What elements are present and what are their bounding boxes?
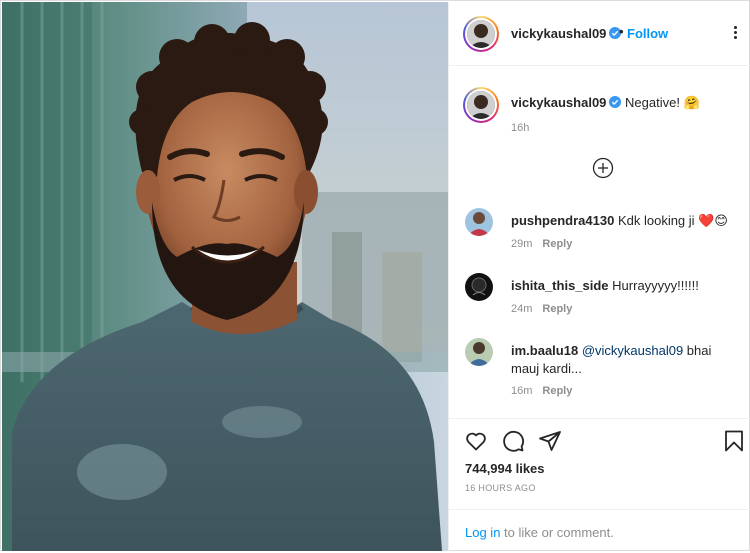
login-prompt-text: to like or comment. [500,525,614,540]
reply-button[interactable]: Reply [542,385,572,397]
author-username-text[interactable]: vickykaushal09 [511,26,606,41]
verified-badge-icon [609,96,622,108]
commenter-username[interactable]: ishita_this_side [511,278,609,293]
comment-body: ishita_this_side Hurrayyyyy!!!!!! [511,277,743,295]
commenter-username[interactable]: pushpendra4130 [511,213,614,228]
comment-body: pushpendra4130 Kdk looking ji ❤️😊 [511,212,743,230]
comment-timestamp[interactable]: 29m [511,238,532,250]
posted-time[interactable]: 16 HOURS AGO [465,483,536,493]
comment-meta: 16m Reply [511,385,572,397]
comments-section[interactable]: vickykaushal09 Negative! 🤗 16h pushpendr… [449,67,750,417]
post-side-panel: vickykaushal09 • Follow vickykaushal09 N… [448,2,750,551]
heart-icon[interactable] [464,429,488,453]
comment-icon[interactable] [501,429,525,453]
login-prompt: Log in to like or comment. [449,509,750,553]
comment-timestamp[interactable]: 16m [511,385,532,397]
caption: vickykaushal09 Negative! 🤗 [511,94,741,112]
caption-username[interactable]: vickykaushal09 [511,95,606,110]
caption-avatar[interactable] [463,87,499,123]
comment-timestamp[interactable]: 24m [511,303,532,315]
plus-circle-icon[interactable] [592,157,614,179]
comment-body: im.baalu18 @vickykaushal09 bhai mauj kar… [511,342,743,378]
mention-link[interactable]: @vickykaushal09 [582,343,683,358]
commenter-avatar[interactable] [465,273,493,301]
commenter-username[interactable]: im.baalu18 [511,343,578,358]
post-actions: 744,994 likes 16 HOURS AGO Log in to lik… [449,418,750,552]
author-avatar[interactable] [463,16,499,52]
commenter-avatar[interactable] [465,208,493,236]
portrait-photo [2,2,448,551]
login-link[interactable]: Log in [465,525,500,540]
post-header: vickykaushal09 • Follow [449,2,750,66]
caption-text: Negative! [625,95,680,110]
commenter-avatar[interactable] [465,338,493,366]
more-options-icon[interactable] [727,24,743,42]
post-photo[interactable] [2,2,448,551]
heart-smile-emoji-icon: ❤️😊 [698,213,728,228]
reply-button[interactable]: Reply [542,303,572,315]
author-username[interactable]: vickykaushal09 [511,26,622,41]
likes-count[interactable]: 744,994 likes [465,461,545,476]
reply-button[interactable]: Reply [542,238,572,250]
caption-timestamp[interactable]: 16h [511,122,529,134]
share-icon[interactable] [538,429,562,453]
comment-meta: 29m Reply [511,238,572,250]
comment-meta: 24m Reply [511,303,572,315]
hug-emoji-icon: 🤗 [683,95,700,110]
follow-button[interactable]: Follow [627,26,668,41]
bookmark-icon[interactable] [722,429,746,453]
comment-text: Kdk looking ji [617,213,695,228]
separator-dot: • [619,24,624,39]
post-modal: vickykaushal09 • Follow vickykaushal09 N… [0,0,750,551]
comment-text: Hurrayyyyy!!!!!! [612,278,699,293]
